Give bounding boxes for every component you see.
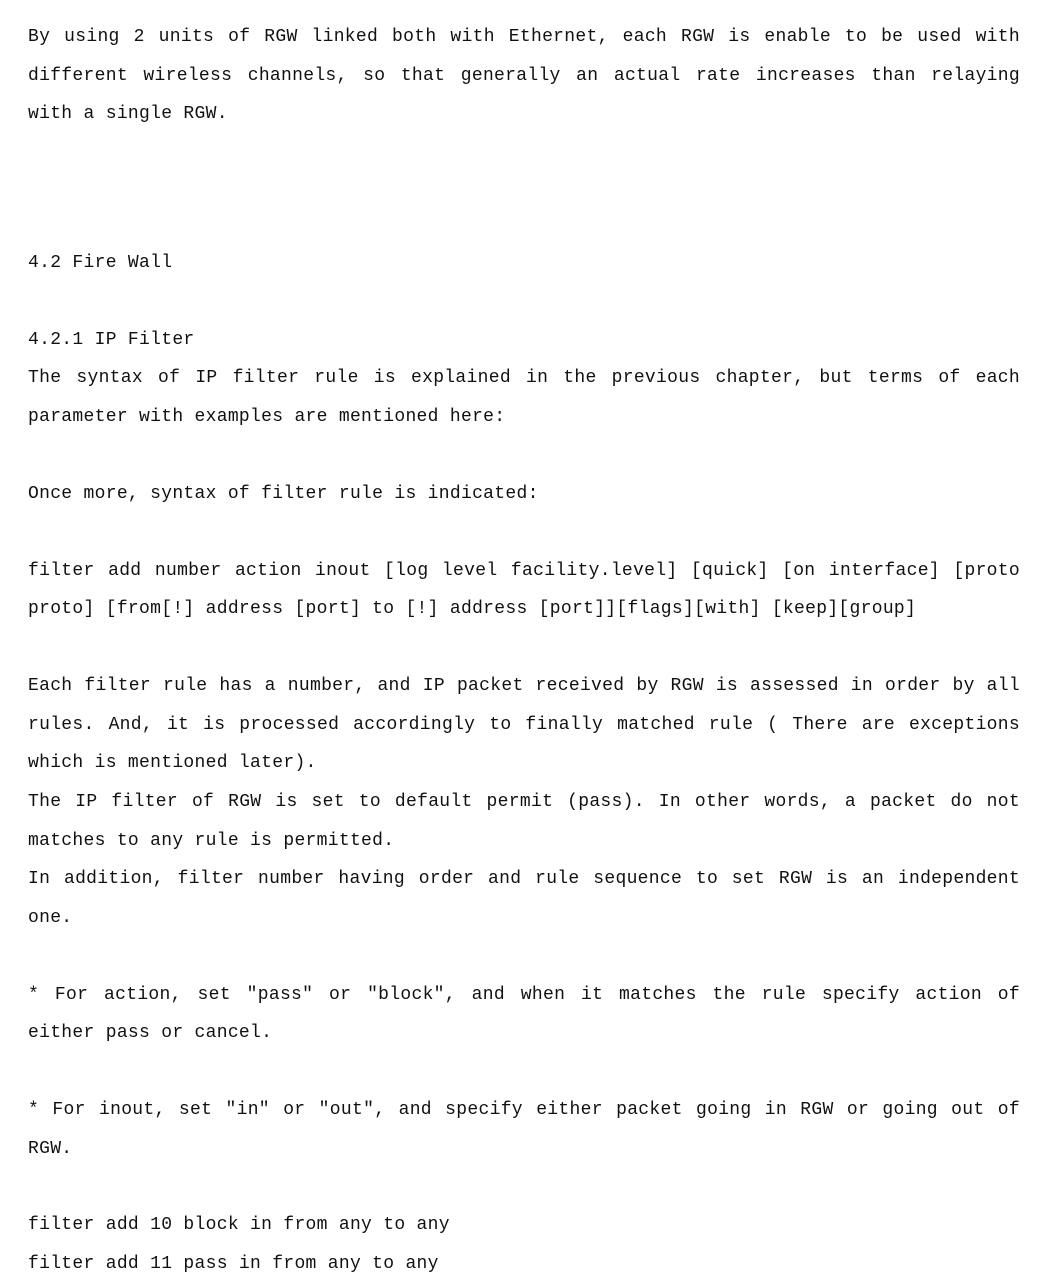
ipfilter-intro-paragraph: The syntax of IP filter rule is explaine… xyxy=(28,359,1020,436)
document-page: By using 2 units of RGW linked both with… xyxy=(0,0,1048,1255)
line-gap-5 xyxy=(28,938,1020,976)
heading-level2: 4.2 Fire Wall xyxy=(28,244,1020,283)
heading-level3: 4.2.1 IP Filter xyxy=(28,321,1020,360)
filter-number-paragraph: In addition, filter number having order … xyxy=(28,860,1020,937)
filter-example-1: filter add 10 block in from any to any xyxy=(28,1206,1020,1245)
line-gap-6 xyxy=(28,1053,1020,1091)
line-gap-3 xyxy=(28,514,1020,552)
line-gap-4 xyxy=(28,629,1020,667)
rule-order-paragraph: Each filter rule has a number, and IP pa… xyxy=(28,667,1020,783)
action-paragraph: * For action, set "pass" or "block", and… xyxy=(28,976,1020,1053)
section-gap xyxy=(28,134,1020,244)
line-gap xyxy=(28,283,1020,321)
filter-syntax: filter add number action inout [log leve… xyxy=(28,552,1020,629)
intro-paragraph: By using 2 units of RGW linked both with… xyxy=(28,18,1020,134)
syntax-intro: Once more, syntax of filter rule is indi… xyxy=(28,475,1020,514)
default-permit-paragraph: The IP filter of RGW is set to default p… xyxy=(28,783,1020,860)
filter-example-2: filter add 11 pass in from any to any xyxy=(28,1245,1020,1284)
line-gap-2 xyxy=(28,437,1020,475)
line-gap-7 xyxy=(28,1168,1020,1206)
inout-paragraph: * For inout, set "in" or "out", and spec… xyxy=(28,1091,1020,1168)
